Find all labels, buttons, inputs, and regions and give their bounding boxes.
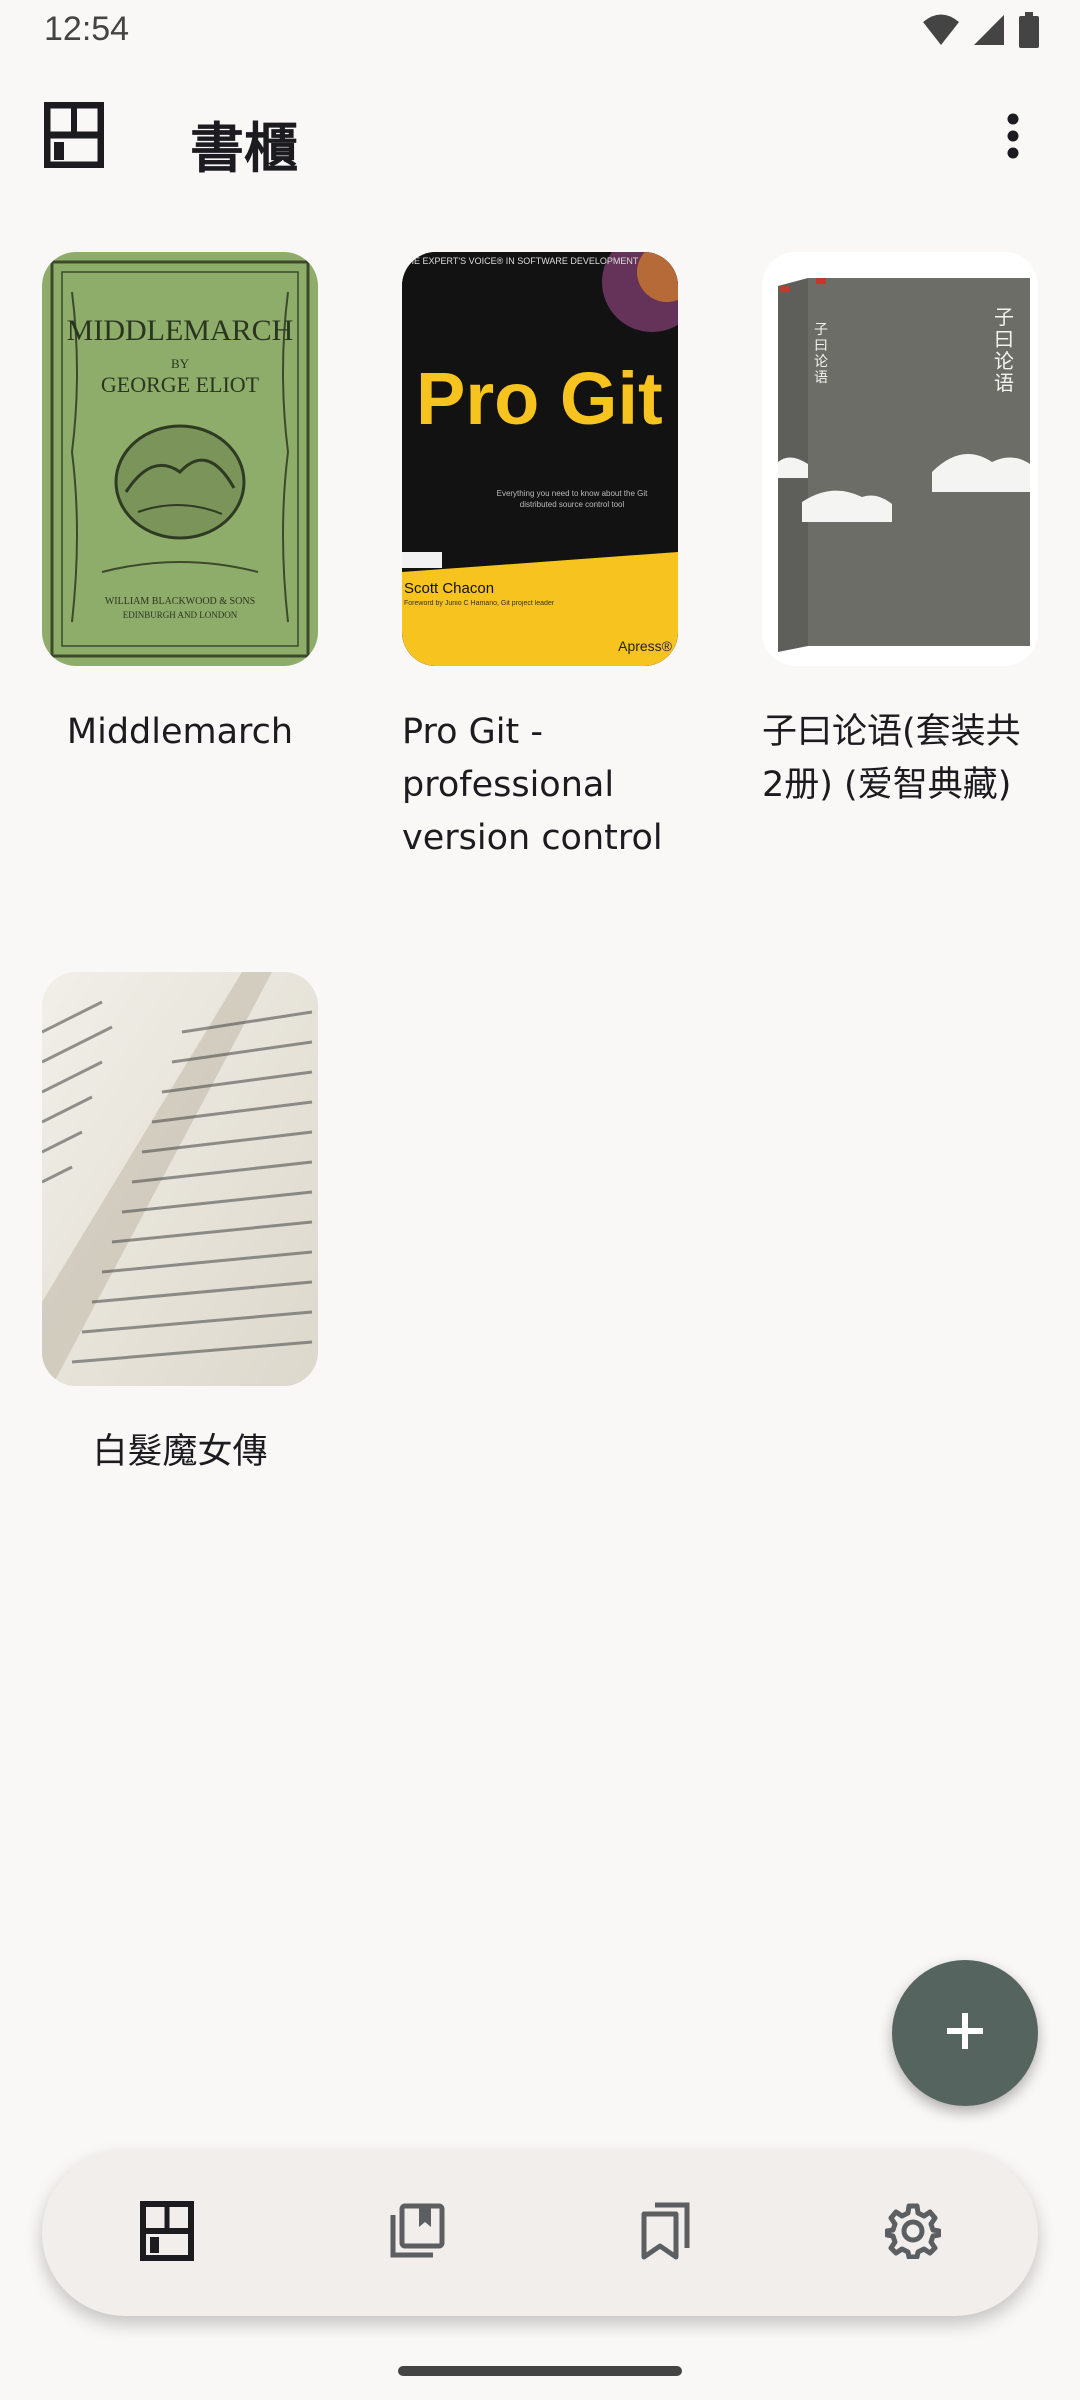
book-title: 子曰论语(套装共2册) (爱智典藏) [762, 712, 1021, 805]
cover-by-text: BY [170, 356, 190, 371]
nav-bookmarks[interactable] [630, 2198, 700, 2268]
cover-series-text: THE EXPERT'S VOICE® IN SOFTWARE DEVELOPM… [402, 256, 639, 266]
book-cover: 子曰论语 子曰论语 [762, 252, 1038, 666]
cover-author-text: Scott Chacon [404, 580, 495, 597]
more-vert-icon [1006, 113, 1020, 164]
cover-title-text: MIDDLEMARCH [66, 314, 294, 347]
settings-icon [884, 2203, 942, 2264]
app-bar: 書櫃 [0, 70, 1080, 210]
cover-tagline-text: Everything you need to know about the Gi… [496, 489, 648, 509]
cover-spine-title-text: 子曰论语 [814, 322, 828, 386]
book-cover [42, 972, 318, 1386]
library-books-icon [389, 2203, 445, 2264]
wifi-icon [922, 13, 960, 52]
book-cover: MIDDLEMARCH BY GEORGE ELIOT WILLIAM BLAC… [42, 252, 318, 666]
status-icons [922, 12, 1040, 53]
book-item[interactable]: THE EXPERT'S VOICE® IN SOFTWARE DEVELOPM… [402, 252, 678, 865]
bookshelf-icon [140, 2200, 194, 2266]
signal-icon [972, 13, 1006, 52]
book-title: Pro Git - professional version control [402, 712, 663, 858]
nav-settings[interactable] [878, 2198, 948, 2268]
book-title: Middlemarch [66, 712, 294, 752]
book-item[interactable]: MIDDLEMARCH BY GEORGE ELIOT WILLIAM BLAC… [42, 252, 318, 759]
nav-library[interactable] [382, 2198, 452, 2268]
home-indicator[interactable] [398, 2366, 682, 2376]
cover-publisher-text: WILLIAM BLACKWOOD & SONS [104, 596, 256, 607]
nav-bookshelf[interactable] [132, 2198, 202, 2268]
book-title: 白髮魔女傳 [92, 1432, 268, 1472]
cover-author-text: GEORGE ELIOT [100, 372, 260, 397]
more-options-button[interactable] [988, 106, 1038, 170]
book-cover: THE EXPERT'S VOICE® IN SOFTWARE DEVELOPM… [402, 252, 678, 666]
bottom-navigation [42, 2150, 1038, 2316]
bookshelf-icon [43, 101, 105, 169]
status-bar: 12:54 [0, 0, 1080, 62]
plus-icon [943, 2009, 987, 2058]
cover-title-text: 子曰论语 [994, 305, 1014, 395]
cover-publisher-text: Apress® [618, 638, 672, 654]
book-item[interactable]: 子曰论语 子曰论语 子曰论语(套装共2册) (爱智典藏) [762, 252, 1038, 812]
bookmarks-icon [639, 2202, 691, 2265]
cover-title-text: Pro Git [416, 357, 663, 440]
cover-foreword-text: Foreword by Junio C Hamano, Git project … [404, 600, 555, 607]
open-book-photo [42, 972, 318, 1386]
book-item[interactable]: 白髮魔女傳 [42, 972, 318, 1479]
cover-place-text: EDINBURGH AND LONDON [122, 610, 238, 620]
battery-icon [1018, 12, 1040, 53]
page-title: 書櫃 [190, 117, 298, 180]
status-time: 12:54 [44, 10, 130, 48]
add-book-button[interactable] [892, 1960, 1038, 2106]
